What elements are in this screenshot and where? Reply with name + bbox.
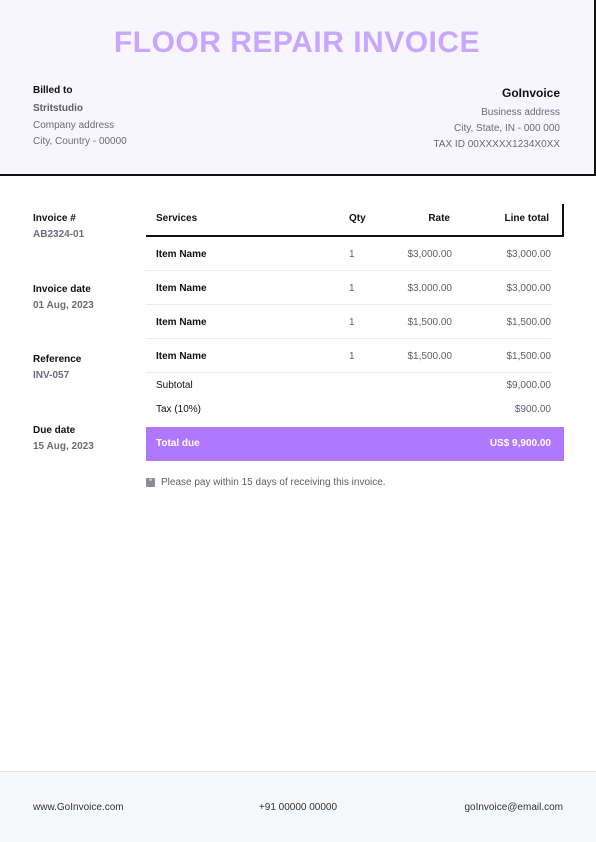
table-row: Item Name 1 $1,500.00 $1,500.00 xyxy=(146,305,564,339)
table-row: Item Name 1 $3,000.00 $3,000.00 xyxy=(146,271,564,305)
due-date-block: Due date 15 Aug, 2023 xyxy=(33,425,94,452)
row-service: Item Name xyxy=(156,249,207,260)
reference-label: Reference xyxy=(33,354,82,365)
invoice-number-label: Invoice # xyxy=(33,213,76,224)
services-table: Services Qty Rate Line total Item Name 1… xyxy=(146,204,564,461)
reference-value: INV-057 xyxy=(33,370,70,381)
tax-row: Tax (10%) $900.00 xyxy=(146,397,564,421)
info-quote-icon: ❝ xyxy=(146,478,155,487)
header-line-total: Line total xyxy=(504,213,549,224)
client-name: Stritstudio xyxy=(33,103,83,114)
company-block: GoInvoice Business address City, State, … xyxy=(433,86,560,155)
client-address: Company address xyxy=(33,120,115,131)
table-header: Services Qty Rate Line total xyxy=(146,204,564,237)
company-address: Business address xyxy=(481,107,560,118)
total-due-label: Total due xyxy=(156,438,200,449)
row-qty: 1 xyxy=(349,283,355,294)
invoice-header: FLOOR REPAIR INVOICE Billed to Stritstud… xyxy=(0,0,596,176)
row-rate: $3,000.00 xyxy=(407,249,453,260)
row-rate: $1,500.00 xyxy=(407,351,453,362)
billed-to-block: Billed to Stritstudio Company address Ci… xyxy=(33,85,127,152)
invoice-date-block: Invoice date 01 Aug, 2023 xyxy=(33,284,94,311)
client-city: City, Country - 00000 xyxy=(33,136,127,147)
row-service: Item Name xyxy=(156,283,207,294)
footer-email[interactable]: goInvoice@email.com xyxy=(464,802,563,813)
subtotal-value: $9,000.00 xyxy=(506,380,552,391)
due-date-label: Due date xyxy=(33,425,76,436)
total-due-value: US$ 9,900.00 xyxy=(489,438,551,449)
footer: www.GoInvoice.com +91 00000 00000 goInvo… xyxy=(0,771,596,842)
row-service: Item Name xyxy=(156,351,207,362)
due-date: 15 Aug, 2023 xyxy=(33,441,94,452)
billed-to-label: Billed to xyxy=(33,85,73,96)
invoice-date-label: Invoice date xyxy=(33,284,91,295)
row-qty: 1 xyxy=(349,317,355,328)
payment-note: ❝ Please pay within 15 days of receiving… xyxy=(146,477,386,488)
header-rate: Rate xyxy=(428,213,450,224)
row-rate: $3,000.00 xyxy=(407,283,453,294)
tax-value: $900.00 xyxy=(514,404,551,415)
header-qty: Qty xyxy=(349,213,366,224)
invoice-number-block: Invoice # AB2324-01 xyxy=(33,213,84,240)
invoice-title: FLOOR REPAIR INVOICE xyxy=(113,26,481,59)
header-services: Services xyxy=(156,213,198,224)
company-name: GoInvoice xyxy=(501,86,560,100)
row-qty: 1 xyxy=(349,351,355,362)
table-row: Item Name 1 $1,500.00 $1,500.00 xyxy=(146,339,564,373)
row-rate: $1,500.00 xyxy=(407,317,453,328)
total-due-bar: Total due US$ 9,900.00 xyxy=(146,427,564,461)
row-service: Item Name xyxy=(156,317,207,328)
table-row: Item Name 1 $3,000.00 $3,000.00 xyxy=(146,237,564,271)
row-total: $3,000.00 xyxy=(506,283,552,294)
row-total: $1,500.00 xyxy=(506,351,552,362)
company-city: City, State, IN - 000 000 xyxy=(454,123,560,134)
row-total: $1,500.00 xyxy=(506,317,552,328)
invoice-number: AB2324-01 xyxy=(33,229,85,240)
tax-label: Tax (10%) xyxy=(156,404,202,415)
payment-note-text: Please pay within 15 days of receiving t… xyxy=(161,477,386,488)
subtotal-row: Subtotal $9,000.00 xyxy=(146,373,564,397)
row-total: $3,000.00 xyxy=(506,249,552,260)
row-qty: 1 xyxy=(349,249,355,260)
subtotal-label: Subtotal xyxy=(156,380,193,391)
reference-block: Reference INV-057 xyxy=(33,354,81,381)
invoice-date: 01 Aug, 2023 xyxy=(33,300,94,311)
company-tax-id: TAX ID 00XXXXX1234X0XX xyxy=(433,139,560,150)
